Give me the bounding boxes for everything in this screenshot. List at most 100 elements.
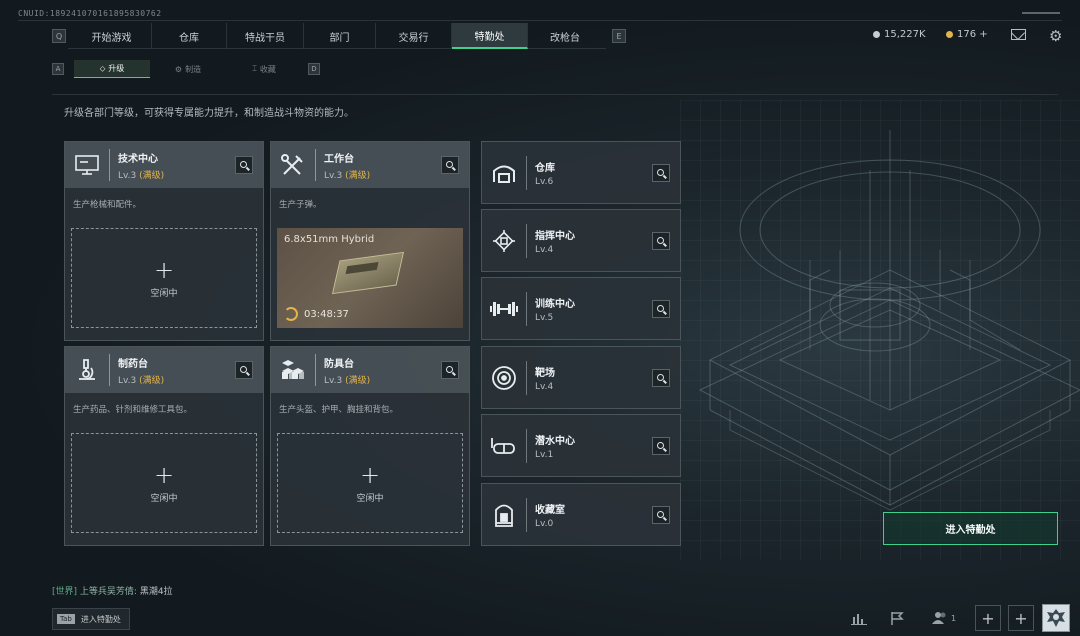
search-icon[interactable] xyxy=(235,156,253,174)
nav-next-key[interactable]: E xyxy=(612,29,626,43)
gear-icon[interactable]: ⚙ xyxy=(1049,27,1062,45)
production-slot[interactable]: 6.8x51mm Hybrid 03:48:37 xyxy=(277,228,463,328)
silver-currency[interactable]: 15,227K xyxy=(873,29,926,40)
card-level: Lv.3 (满级) xyxy=(118,170,165,181)
page-description: 升级各部门等级，可获得专属能力提升，和制造战斗物资的能力。 xyxy=(64,108,354,119)
search-icon[interactable] xyxy=(652,369,670,387)
nav-prev-key[interactable]: Q xyxy=(52,29,66,43)
microscope-icon xyxy=(65,347,109,393)
card-level: Lv.0 xyxy=(535,518,554,529)
card-armor-bench[interactable]: 防具台 Lv.3 (满级) 生产头盔、护甲、胸挂和背包。 + 空闲中 xyxy=(270,346,470,546)
tab-start-game[interactable]: 开始游戏 xyxy=(72,23,152,49)
card-level: Lv.4 xyxy=(535,244,554,255)
stats-icon[interactable] xyxy=(848,606,870,630)
card-warehouse[interactable]: 仓库 Lv.6 xyxy=(481,141,681,204)
subtab-craft-label: 制造 xyxy=(185,64,202,74)
tab-operators[interactable]: 特战干员 xyxy=(227,23,304,49)
card-level: Lv.3 (满级) xyxy=(324,170,371,181)
card-pharmacy[interactable]: 制药台 Lv.3 (满级) 生产药品、针剂和维修工具包。 + 空闲中 xyxy=(64,346,264,546)
header-separator xyxy=(526,497,527,532)
diving-mask-icon xyxy=(482,414,526,477)
ammo-box-image xyxy=(331,251,405,295)
search-icon[interactable] xyxy=(652,232,670,250)
dumbbell-icon xyxy=(482,277,526,340)
friends-icon xyxy=(931,612,946,624)
warehouse-icon xyxy=(482,141,526,204)
slot-status: 空闲中 xyxy=(356,493,384,504)
card-training-center[interactable]: 训练中心 Lv.5 xyxy=(481,277,681,340)
card-tech-center[interactable]: 技术中心 Lv.3 (满级) 生产枪械和配件。 + 空闲中 xyxy=(64,141,264,341)
collection-icon: ⌶ xyxy=(252,64,257,73)
flag-icon[interactable] xyxy=(886,606,908,630)
add-slot-button[interactable]: + xyxy=(975,605,1001,631)
product-name: 6.8x51mm Hybrid xyxy=(284,234,375,245)
tab-gunsmith[interactable]: 改枪台 xyxy=(528,23,602,49)
card-title: 训练中心 xyxy=(535,298,575,310)
subtab-collection-label: 收藏 xyxy=(259,64,276,74)
enter-special-ops-shortcut[interactable]: Tab 进入特勤处 xyxy=(52,608,130,630)
friends-button[interactable]: 1 xyxy=(928,606,960,630)
search-icon[interactable] xyxy=(652,164,670,182)
player-uid: CNUID:1892410701618958307​62 xyxy=(18,9,162,18)
trophy-case-icon xyxy=(482,483,526,546)
tools-icon xyxy=(271,142,315,188)
search-icon[interactable] xyxy=(235,361,253,379)
tab-department[interactable]: 部门 xyxy=(304,23,376,49)
card-command-center[interactable]: 指挥中心 Lv.4 xyxy=(481,209,681,272)
chat-sender: 上等兵吴芳倩: xyxy=(79,587,137,597)
header-separator xyxy=(109,149,110,181)
header-separator xyxy=(526,360,527,395)
subnav-prev-key[interactable]: A xyxy=(52,63,64,75)
search-icon[interactable] xyxy=(441,361,459,379)
card-collection-room[interactable]: 收藏室 Lv.0 xyxy=(481,483,681,546)
header-separator xyxy=(526,291,527,326)
idle-slot[interactable]: + 空闲中 xyxy=(71,433,257,533)
sub-nav: A ⬦ 升级 ⚙ 制造 ⌶ 收藏 D xyxy=(52,60,320,78)
card-title: 技术中心 xyxy=(118,153,158,165)
subtab-upgrade-label: 升级 xyxy=(108,64,125,73)
gold-coin-icon xyxy=(946,31,953,38)
search-icon[interactable] xyxy=(652,506,670,524)
craft-icon: ⚙ xyxy=(174,64,183,74)
armor-boxes-icon xyxy=(271,347,315,393)
card-title: 指挥中心 xyxy=(535,230,575,242)
card-shooting-range[interactable]: 靶场 Lv.4 xyxy=(481,346,681,409)
card-level: Lv.5 xyxy=(535,312,554,323)
card-header: 制药台 Lv.3 (满级) xyxy=(65,347,263,393)
chat-message[interactable]: [世界] 上等兵吴芳倩: 黑潮4拉 xyxy=(52,584,173,597)
search-icon[interactable] xyxy=(441,156,459,174)
idle-slot[interactable]: + 空闲中 xyxy=(277,433,463,533)
header-separator xyxy=(315,354,316,386)
upgrade-icon: ⬦ xyxy=(99,63,106,73)
header-separator xyxy=(315,149,316,181)
tab-warehouse[interactable]: 仓库 xyxy=(152,23,227,49)
enter-special-ops-button[interactable]: 进入特勤处 xyxy=(883,512,1058,545)
gold-amount: 176 + xyxy=(957,29,988,40)
chat-text: 黑潮4拉 xyxy=(139,587,173,597)
card-title: 收藏室 xyxy=(535,504,565,516)
card-diving-center[interactable]: 潜水中心 Lv.1 xyxy=(481,414,681,477)
search-icon[interactable] xyxy=(652,300,670,318)
add-slot-button[interactable]: + xyxy=(1008,605,1034,631)
subtab-craft[interactable]: ⚙ 制造 xyxy=(150,60,226,78)
tab-special-ops[interactable]: 特勤处 xyxy=(452,23,528,49)
chip-icon xyxy=(482,209,526,272)
card-workbench[interactable]: 工作台 Lv.3 (满级) 生产子弹。 6.8x51mm Hybrid 03:4… xyxy=(270,141,470,341)
tab-trade[interactable]: 交易行 xyxy=(376,23,452,49)
subnav-next-key[interactable]: D xyxy=(308,63,320,75)
search-icon[interactable] xyxy=(652,437,670,455)
slot-status: 空闲中 xyxy=(150,288,178,299)
plus-icon: + xyxy=(153,255,175,284)
top-divider xyxy=(18,20,1062,21)
plus-icon: + xyxy=(153,460,175,489)
card-header: 工作台 Lv.3 (满级) xyxy=(271,142,469,188)
subtab-upgrade[interactable]: ⬦ 升级 xyxy=(74,60,150,78)
gold-currency[interactable]: 176 + xyxy=(946,29,988,40)
timer-value: 03:48:37 xyxy=(304,308,349,320)
avatar[interactable] xyxy=(1042,604,1070,632)
idle-slot[interactable]: + 空闲中 xyxy=(71,228,257,328)
mail-icon[interactable] xyxy=(1011,29,1026,40)
slot-status: 空闲中 xyxy=(150,493,178,504)
subtab-collection[interactable]: ⌶ 收藏 xyxy=(226,60,302,78)
plus-icon: + xyxy=(359,460,381,489)
